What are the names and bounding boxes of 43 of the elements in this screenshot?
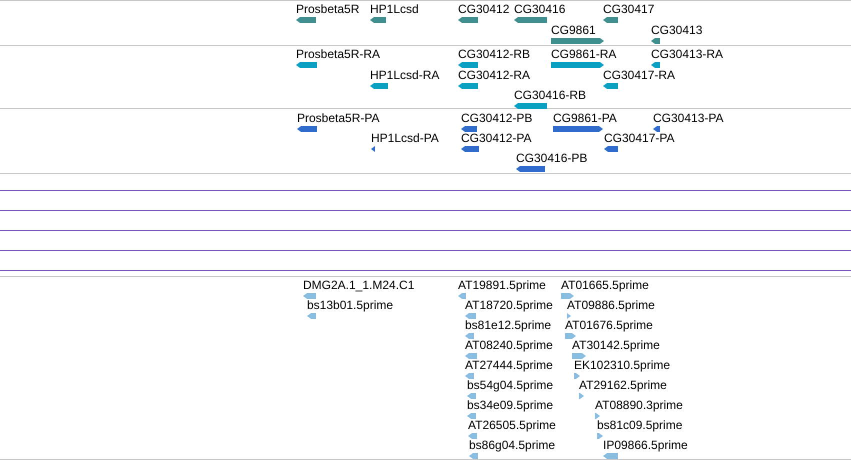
feature-label[interactable]: CG30412-RA xyxy=(458,68,530,82)
feature-label[interactable]: CG30412-RB xyxy=(458,47,530,61)
feature-label[interactable]: CG30412 xyxy=(458,2,510,16)
feature-label[interactable]: AT19891.5prime xyxy=(458,278,546,292)
feature-label[interactable]: bs81c09.5prime xyxy=(597,418,682,432)
feature-label[interactable]: EK102310.5prime xyxy=(574,358,670,372)
feature-label[interactable]: HP1Lcsd-RA xyxy=(370,68,440,82)
feature-label[interactable]: CG30416-RB xyxy=(514,88,586,102)
feature-label[interactable]: CG9861-RA xyxy=(551,47,616,61)
feature-label[interactable]: AT26505.5prime xyxy=(468,418,556,432)
feature-label[interactable]: HP1Lcsd-PA xyxy=(371,131,439,145)
feature-label[interactable]: AT29162.5prime xyxy=(579,378,667,392)
feature-label[interactable]: CG30413-RA xyxy=(651,47,724,61)
feature-label[interactable]: CG30417 xyxy=(603,2,654,16)
feature-label[interactable]: DMG2A.1_1.M24.C1 xyxy=(303,278,414,292)
feature-label[interactable]: CG30413-PA xyxy=(653,111,724,125)
feature-label[interactable]: CG30417-PA xyxy=(604,131,674,145)
feature-label[interactable]: CG9861-PA xyxy=(553,111,617,125)
feature-label[interactable]: CG30417-RA xyxy=(603,68,676,82)
feature-label[interactable]: AT18720.5prime xyxy=(465,298,553,312)
feature-label[interactable]: AT08240.5prime xyxy=(465,338,553,352)
feature-label[interactable]: bs81e12.5prime xyxy=(465,318,552,332)
feature-label[interactable]: CG9861 xyxy=(551,23,596,37)
feature-label[interactable]: AT30142.5prime xyxy=(572,338,660,352)
feature-label[interactable]: Prosbeta5R-RA xyxy=(296,47,380,61)
feature-label[interactable]: AT27444.5prime xyxy=(465,358,553,372)
feature-label[interactable]: AT09886.5prime xyxy=(567,298,655,312)
feature-label[interactable]: Prosbeta5R-PA xyxy=(297,111,380,125)
feature-label[interactable]: bs54g04.5prime xyxy=(467,378,554,392)
feature-label[interactable]: Prosbeta5R xyxy=(296,2,360,16)
feature-label[interactable]: bs34e09.5prime xyxy=(467,398,554,412)
feature-label[interactable]: CG30416-PB xyxy=(516,151,588,165)
feature-label[interactable]: CG30412-PB xyxy=(461,111,532,125)
feature-label[interactable]: CG30416 xyxy=(514,2,566,16)
feature-label[interactable]: AT01665.5prime xyxy=(561,278,649,292)
feature-label[interactable]: CG30412-PA xyxy=(461,131,532,145)
feature-label[interactable]: HP1Lcsd xyxy=(370,2,419,16)
feature-label[interactable]: IP09866.5prime xyxy=(603,438,688,452)
feature-label[interactable]: bs13b01.5prime xyxy=(307,298,394,312)
feature-label[interactable]: AT08890.3prime xyxy=(595,398,683,412)
feature-label[interactable]: bs86g04.5prime xyxy=(469,438,556,452)
feature-label[interactable]: CG30413 xyxy=(651,23,702,37)
feature-label[interactable]: AT01676.5prime xyxy=(565,318,653,332)
